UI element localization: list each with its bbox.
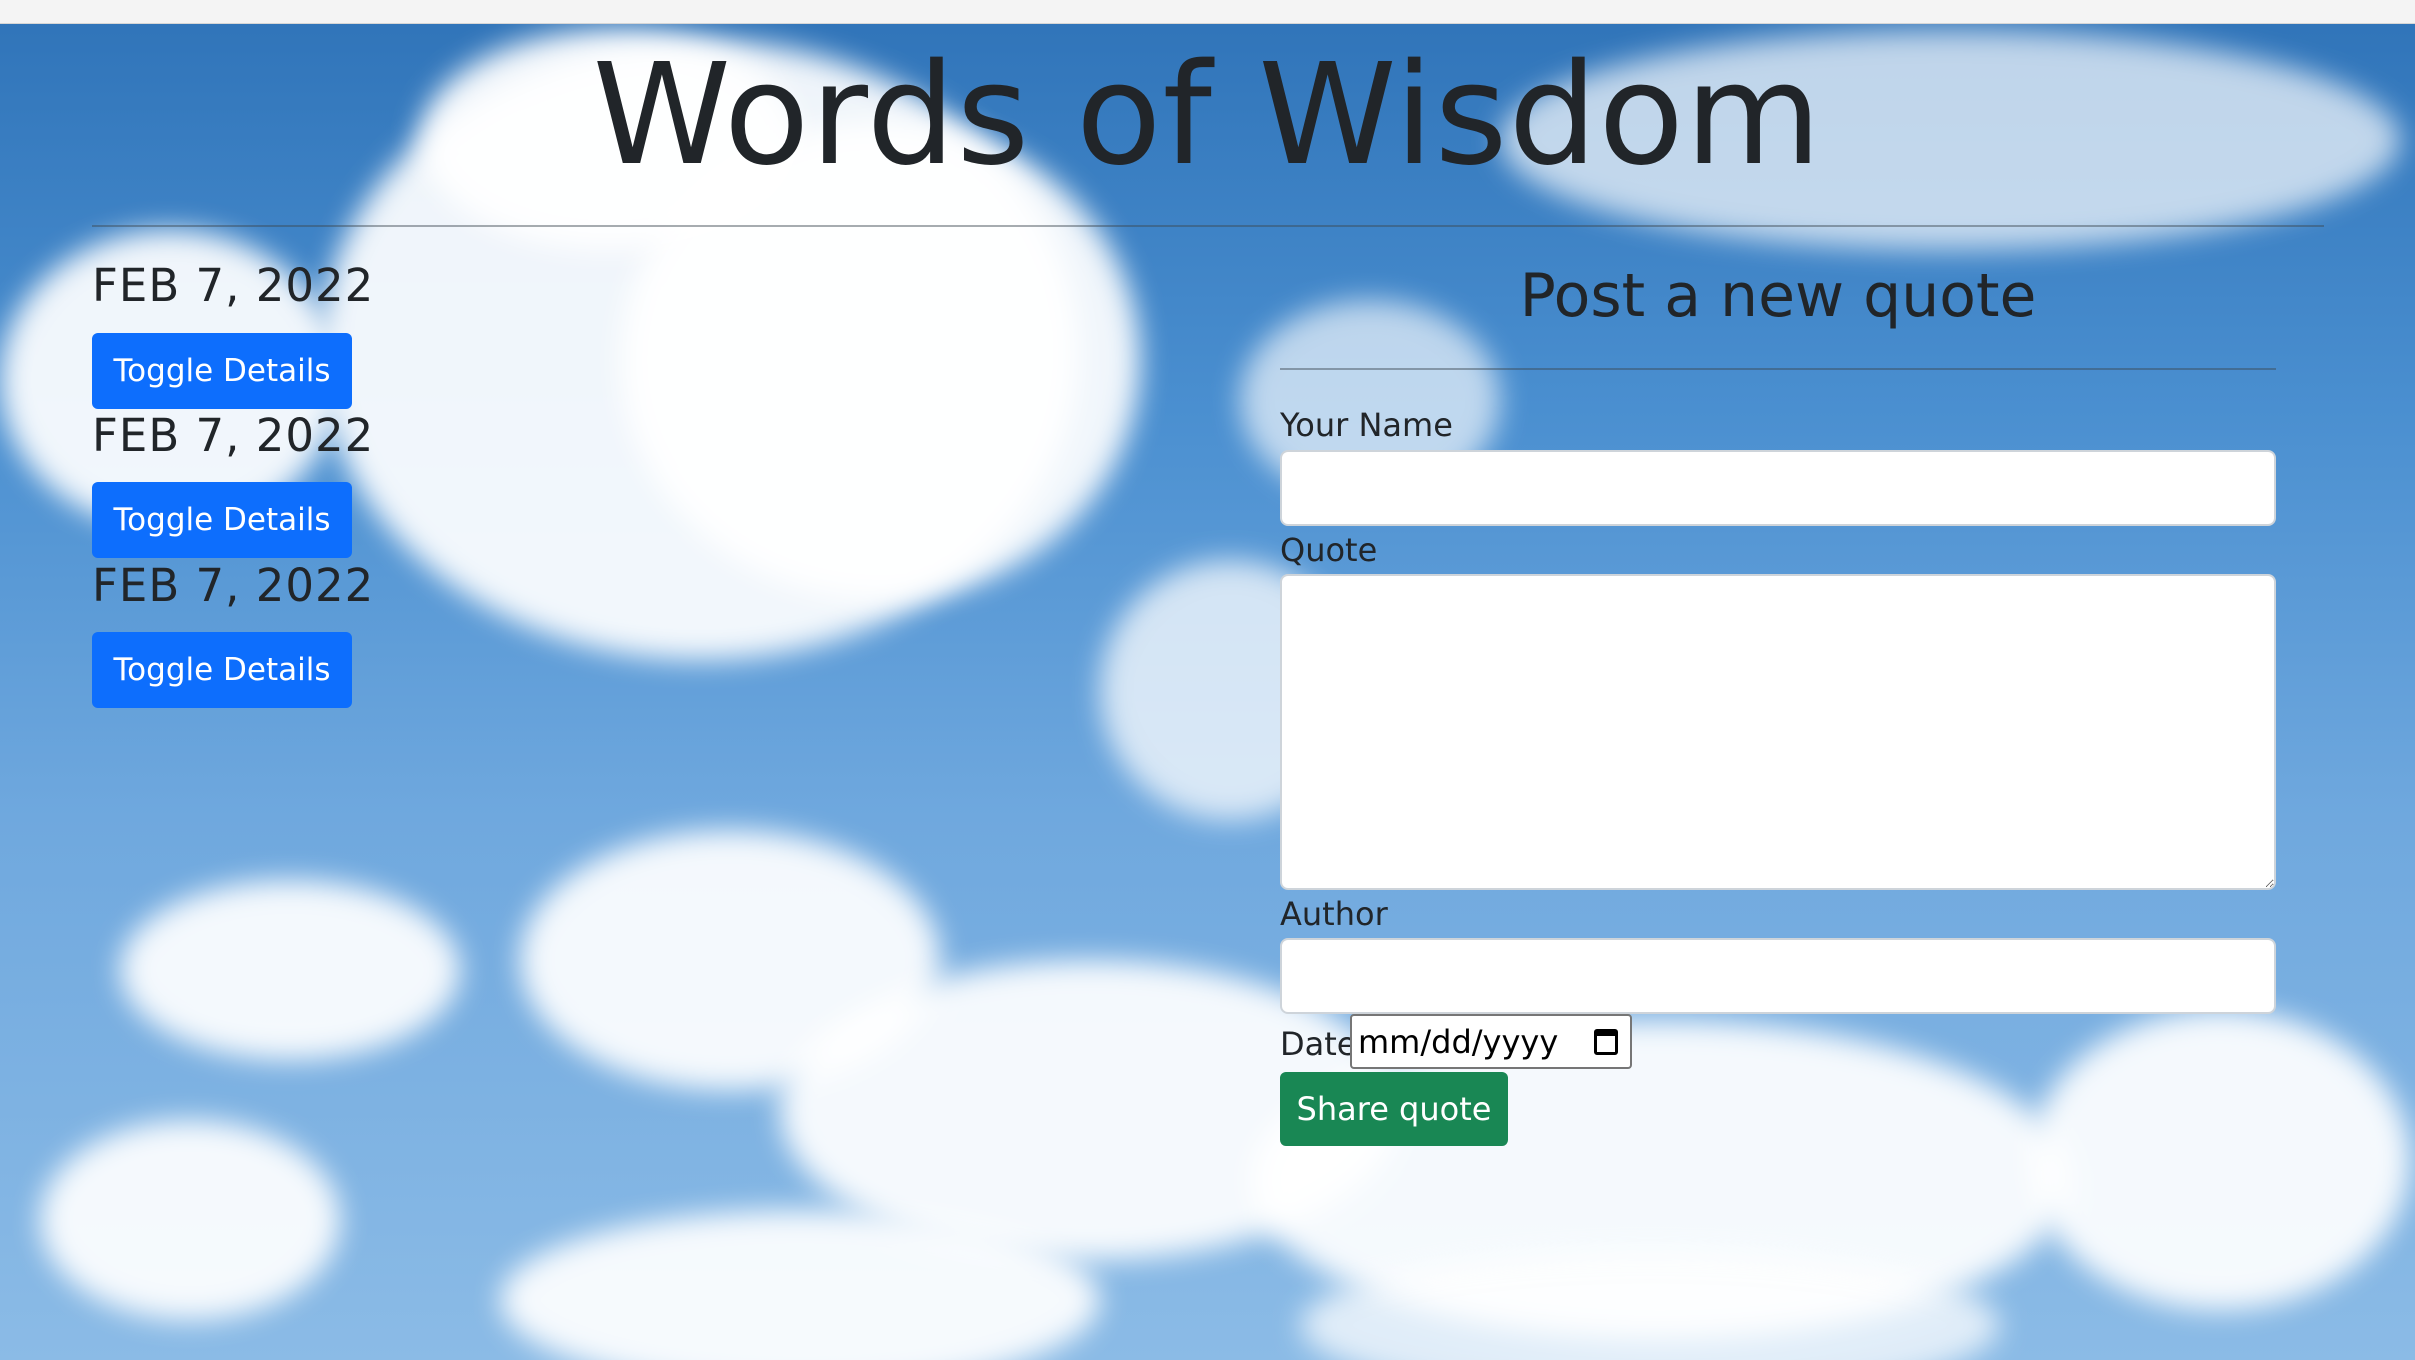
date-input[interactable]: mm/dd/yyyy [1350,1014,1632,1069]
header-divider [92,225,2324,227]
toggle-details-button[interactable]: Toggle Details [92,333,352,409]
quote-date: FEB 7, 2022 [92,259,375,312]
quote-date: FEB 7, 2022 [92,409,375,462]
form-divider [1280,368,2276,370]
toggle-details-button[interactable]: Toggle Details [92,632,352,708]
form-heading: Post a new quote [1519,261,2037,331]
name-label: Your Name [1280,406,1453,444]
page-title: Words of Wisdom [592,34,1823,197]
toggle-details-button[interactable]: Toggle Details [92,482,352,558]
author-label: Author [1280,895,1388,933]
date-placeholder: mm/dd/yyyy [1358,1022,1559,1061]
name-input[interactable] [1280,450,2276,526]
date-label: Date [1280,1025,1357,1063]
browser-top-strip [0,0,2415,24]
page-content: Words of Wisdom FEB 7, 2022 Toggle Detai… [0,0,2415,1360]
author-input[interactable] [1280,938,2276,1014]
share-quote-button[interactable]: Share quote [1280,1072,1508,1146]
quote-date: FEB 7, 2022 [92,559,375,612]
calendar-icon[interactable] [1594,1028,1618,1055]
quote-textarea[interactable] [1280,574,2276,890]
quote-label: Quote [1280,531,1378,569]
